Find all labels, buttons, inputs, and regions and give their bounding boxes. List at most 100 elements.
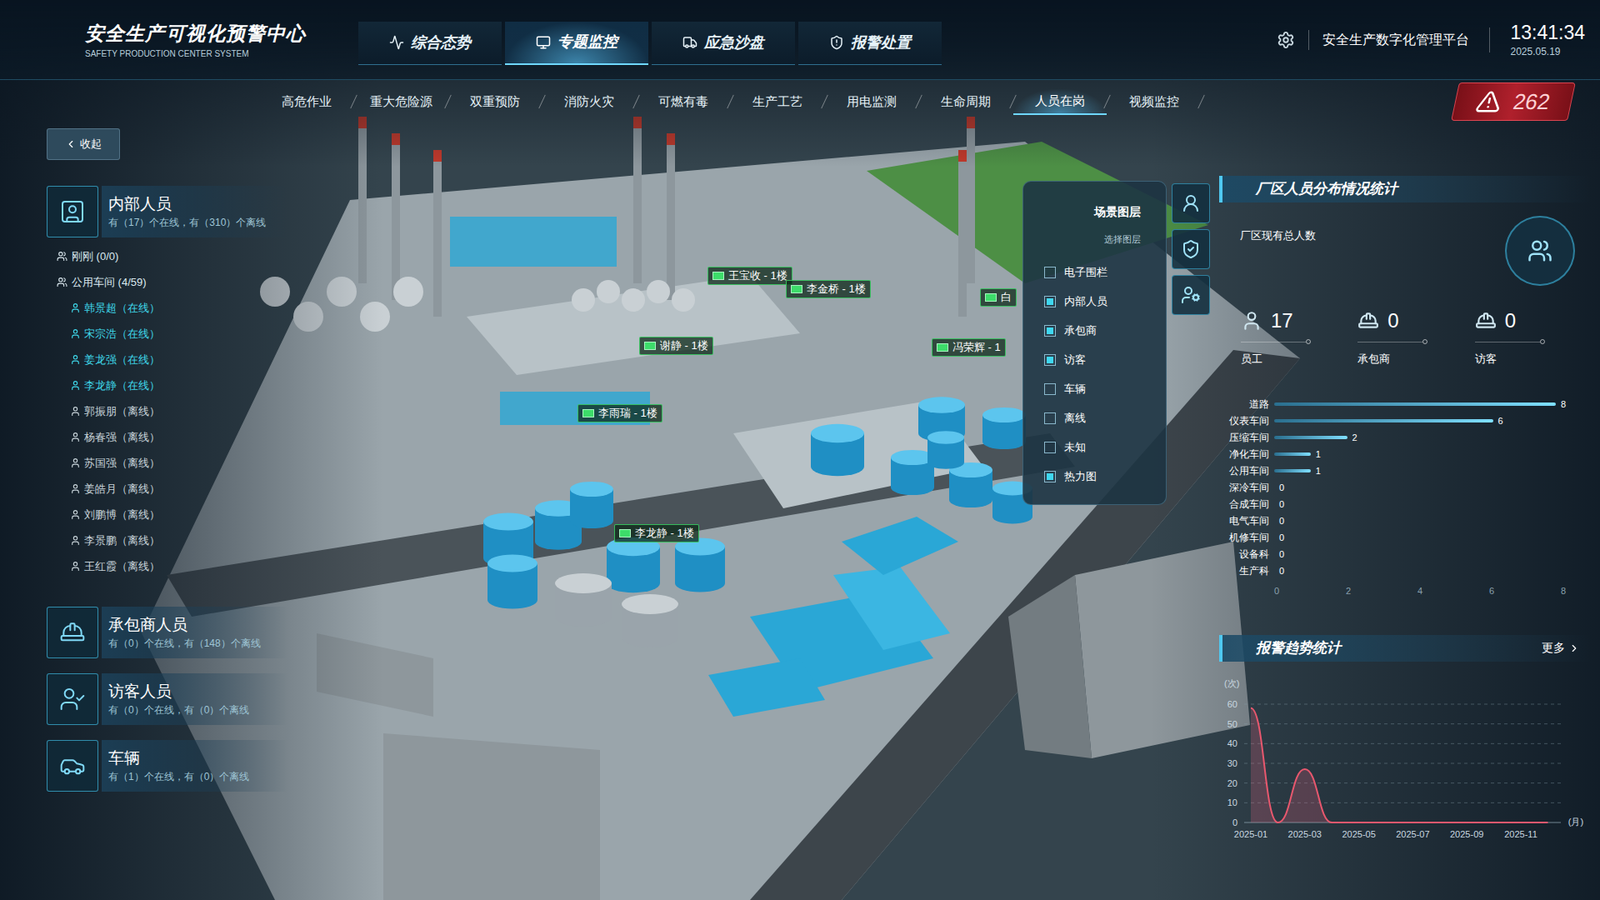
distribution-row: 合成车间0: [1219, 495, 1592, 513]
category-title: 承包商人员: [108, 614, 289, 636]
map-pin[interactable]: 白: [980, 288, 1017, 307]
main-nav-tab[interactable]: 应急沙盘: [651, 21, 795, 65]
layer-option[interactable]: 电子围栏: [1044, 258, 1166, 288]
layer-checkbox[interactable]: [1044, 295, 1056, 308]
tree-group[interactable]: 公用车间 (4/59): [56, 269, 289, 295]
sub-nav-tab[interactable]: 视频监控: [1107, 88, 1201, 115]
layer-checkbox[interactable]: [1044, 354, 1056, 366]
layer-checkbox[interactable]: [1044, 383, 1056, 395]
sub-nav-tab[interactable]: 消防火灾: [542, 88, 636, 115]
layer-option[interactable]: 离线: [1044, 404, 1166, 434]
category-summary: 有（17）个在线，有（310）个离线: [108, 215, 289, 230]
category-header[interactable]: 访客人员有（0）个在线，有（0）个离线: [46, 673, 289, 725]
main-nav-tab[interactable]: 专题监控: [505, 21, 649, 65]
staff-type-icon: [1240, 310, 1263, 332]
layer-checkbox[interactable]: [1044, 412, 1056, 425]
filter-toggle-button[interactable]: [1171, 275, 1210, 315]
person-row[interactable]: 韩景超（在线）: [56, 295, 289, 321]
layer-option[interactable]: 热力图: [1044, 462, 1166, 492]
alarm-trend-line: [1250, 707, 1548, 822]
person-row[interactable]: 李景鹏（离线）: [56, 527, 289, 554]
svg-text:0: 0: [1232, 817, 1238, 828]
map-pin[interactable]: 王宝收 - 1楼: [707, 266, 793, 285]
category-header[interactable]: 内部人员有（17）个在线，有（310）个离线: [46, 185, 289, 238]
tank-icon: [927, 430, 965, 469]
layer-panel-title: 场景图层: [1094, 203, 1141, 221]
svg-text:2025-09: 2025-09: [1450, 829, 1484, 840]
person-row[interactable]: 李龙静（在线）: [56, 372, 289, 399]
person-row[interactable]: 杨春强（离线）: [56, 424, 289, 450]
sub-nav-tab[interactable]: 生产工艺: [730, 88, 825, 115]
layer-checkbox[interactable]: [1044, 441, 1056, 454]
layer-checkbox[interactable]: [1044, 325, 1056, 337]
layer-option[interactable]: 内部人员: [1044, 287, 1166, 317]
platform-name: 安全生产数字化管理平台: [1322, 30, 1470, 50]
pin-marker-icon: [985, 293, 997, 302]
main-nav-tab[interactable]: 综合态势: [358, 21, 502, 65]
tab-separator: [350, 95, 358, 110]
layer-option[interactable]: 访客: [1044, 345, 1166, 375]
sub-nav-tab[interactable]: 高危作业: [260, 88, 354, 115]
sub-nav-tab[interactable]: 重大危险源: [354, 88, 448, 115]
sub-nav-tab[interactable]: 人员在岗: [1013, 88, 1107, 115]
layer-option[interactable]: 车辆: [1044, 375, 1166, 405]
pin-marker-icon: [582, 409, 595, 418]
tree-group[interactable]: 刚刚 (0/0): [56, 243, 289, 270]
map-pin[interactable]: 李雨瑞 - 1楼: [577, 404, 663, 423]
tank-icon: [487, 555, 538, 610]
panel-title: 报警趋势统计: [1222, 637, 1542, 660]
pin-marker-icon: [619, 529, 631, 538]
svg-text:60: 60: [1227, 699, 1238, 710]
distribution-row: 仪表车间6: [1219, 412, 1592, 430]
map-pin[interactable]: 李龙静 - 1楼: [614, 524, 700, 543]
layer-checkbox[interactable]: [1044, 470, 1056, 483]
person-row[interactable]: 王红霞（离线）: [56, 553, 289, 580]
sub-nav-tab[interactable]: 可燃有毒: [636, 88, 730, 115]
category-title: 访客人员: [108, 680, 289, 703]
svg-text:2025-05: 2025-05: [1341, 829, 1375, 840]
person-row[interactable]: 郭振朋（离线）: [56, 398, 289, 425]
layer-option[interactable]: 承包商: [1044, 316, 1166, 346]
category-header[interactable]: 车辆有（1）个在线，有（0）个离线: [46, 740, 289, 792]
distribution-row: 公用车间1: [1219, 462, 1592, 480]
map-pin[interactable]: 谢静 - 1楼: [639, 336, 714, 355]
distribution-row: 道路8: [1219, 395, 1592, 413]
filter-toggle-button[interactable]: [1171, 183, 1210, 224]
svg-text:30: 30: [1227, 758, 1238, 769]
person-icon: [70, 560, 81, 572]
map-pin[interactable]: 李金桥 - 1楼: [785, 280, 871, 299]
collapse-button[interactable]: 收起: [46, 128, 120, 160]
category-summary: 有（0）个在线，有（148）个离线: [108, 635, 289, 651]
category-header[interactable]: 承包商人员有（0）个在线，有（148）个离线: [46, 606, 289, 659]
svg-text:50: 50: [1227, 718, 1238, 729]
sub-nav-tab[interactable]: 双重预防: [448, 88, 542, 115]
sub-nav-tab[interactable]: 用电监测: [825, 88, 919, 115]
person-row[interactable]: 苏国强（离线）: [56, 450, 289, 476]
main-nav-tab[interactable]: 报警处置: [798, 21, 942, 65]
panel-title: 厂区人员分布情况统计: [1219, 175, 1592, 203]
alarm-badge[interactable]: 262: [1450, 82, 1576, 121]
person-row[interactable]: 姜龙强（在线）: [56, 346, 289, 373]
sub-nav-tab[interactable]: 生命周期: [919, 88, 1013, 115]
tab-separator: [820, 95, 829, 110]
clock-date: 2025.05.19: [1510, 44, 1585, 60]
more-link[interactable]: 更多: [1541, 639, 1592, 657]
svg-text:2025-11: 2025-11: [1504, 829, 1538, 840]
layer-panel-subtitle: 选择图层: [1104, 232, 1141, 247]
person-row[interactable]: 刘鹏博（离线）: [56, 501, 289, 528]
staff-stat: 0访客: [1475, 304, 1592, 375]
distribution-bar: [1274, 452, 1311, 456]
map-pin[interactable]: 冯荣辉 - 1: [931, 338, 1006, 357]
layer-checkbox[interactable]: [1044, 266, 1056, 279]
person-icon: [70, 405, 81, 417]
sub-nav: 高危作业重大危险源双重预防消防火灾可燃有毒生产工艺用电监测生命周期人员在岗视频监…: [260, 88, 1202, 115]
svg-text:20: 20: [1227, 777, 1238, 788]
person-row[interactable]: 宋宗浩（在线）: [56, 320, 289, 347]
person-icon: [70, 328, 81, 340]
filter-toggle-button[interactable]: [1171, 229, 1210, 270]
person-icon: [70, 509, 81, 520]
person-row[interactable]: 姜皓月（离线）: [56, 475, 289, 502]
category-icon: [46, 673, 99, 725]
layer-option[interactable]: 未知: [1044, 433, 1166, 463]
gear-icon[interactable]: [1276, 30, 1295, 50]
